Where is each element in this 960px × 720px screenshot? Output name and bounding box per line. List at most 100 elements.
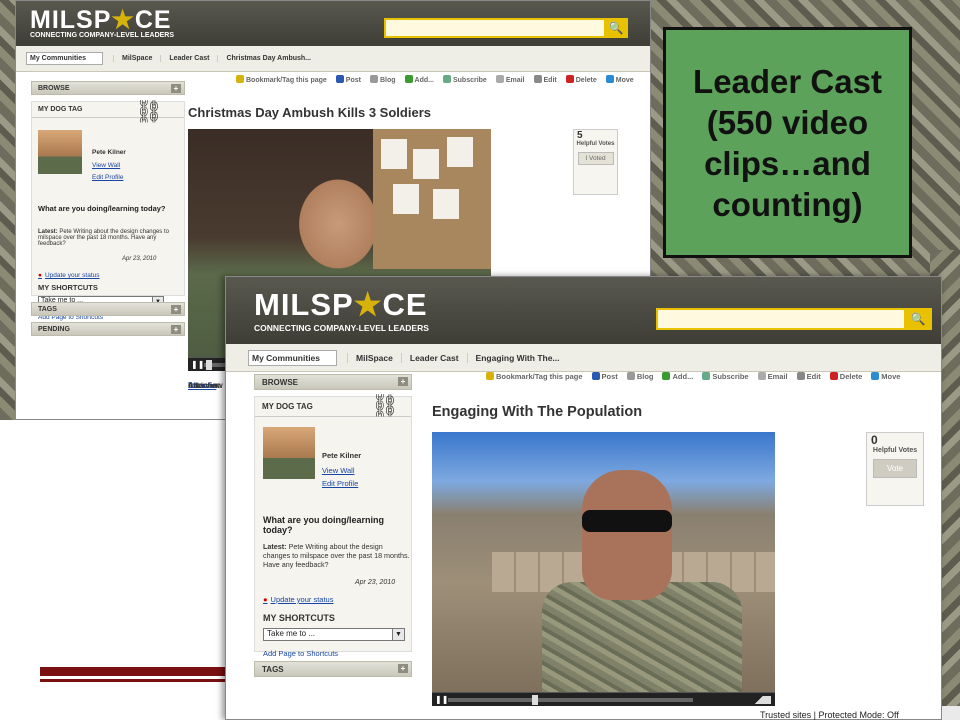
toolbar-move[interactable]: Move — [871, 372, 900, 381]
toolbar-bookmark[interactable]: Bookmark/Tag this page — [486, 372, 583, 381]
page-title: Christmas Day Ambush Kills 3 Soldiers — [188, 105, 431, 120]
pending-panel[interactable]: PENDING + — [31, 322, 185, 336]
video-player[interactable]: ❚❚ — [432, 432, 775, 706]
breadcrumb-milspace[interactable]: MilSpace — [113, 55, 160, 62]
add-icon — [404, 75, 413, 83]
profile-name: Pete Kilner — [92, 149, 126, 156]
browse-panel[interactable]: BROWSE + — [254, 374, 412, 390]
search-icon[interactable]: 🔍 — [604, 18, 628, 38]
video-soldier-face — [582, 470, 672, 600]
edit-profile-link[interactable]: Edit Profile — [322, 479, 358, 488]
leader-cast-callout: Leader Cast (550 video clips…and countin… — [663, 27, 912, 258]
toolbar-email[interactable]: Email — [495, 75, 525, 84]
bookmark-icon — [486, 372, 494, 380]
toolbar-email[interactable]: Email — [757, 372, 788, 381]
toolbar-post[interactable]: Post — [591, 372, 618, 381]
toolbar-edit[interactable]: Edit — [796, 372, 821, 381]
expand-icon[interactable]: + — [171, 325, 181, 334]
post-icon — [335, 75, 344, 83]
screenshot-engaging-population: MILSP★CE CONNECTING COMPANY-LEVEL LEADER… — [225, 276, 942, 720]
expand-icon[interactable]: + — [398, 664, 408, 673]
communities-dropdown[interactable]: My Communities — [248, 349, 338, 366]
dog-tag-icon: ⛓ — [135, 99, 163, 124]
breadcrumb-current[interactable]: Christmas Day Ambush... — [217, 55, 319, 62]
search-input[interactable]: 🔍 — [656, 308, 932, 330]
blog-icon — [626, 372, 635, 380]
nav-bar: My Communities MilSpace Leader Cast Enga… — [226, 344, 941, 372]
breadcrumb-current[interactable]: Engaging With The... — [466, 352, 568, 363]
status-bar-corner — [942, 706, 960, 720]
milspace-logo[interactable]: MILSP★CE — [254, 287, 428, 323]
toolbar-bookmark[interactable]: Bookmark/Tag this page — [236, 75, 327, 84]
site-tagline: CONNECTING COMPANY-LEVEL LEADERS — [30, 32, 175, 39]
milspace-logo[interactable]: MILSP★CE — [30, 5, 172, 35]
dog-tag-panel: MY DOG TAG ⛓ Pete Kilner View Wall Edit … — [31, 99, 185, 321]
page-title: Engaging With The Population — [432, 404, 643, 420]
slide-accent-line-thin — [40, 679, 240, 682]
avatar[interactable] — [38, 130, 82, 174]
toolbar-subscribe[interactable]: Subscribe — [442, 75, 487, 84]
toolbar-blog[interactable]: Blog — [369, 75, 396, 84]
callout-text: Leader Cast (550 video clips…and countin… — [693, 62, 882, 223]
communities-dropdown[interactable]: My Communities — [26, 52, 104, 65]
toolbar-delete[interactable]: Delete — [565, 75, 597, 84]
video-seek-handle[interactable] — [206, 360, 212, 370]
view-wall-link[interactable]: View Wall — [92, 162, 120, 169]
update-status-link[interactable]: ● Update your status — [38, 272, 100, 279]
sidebar: BROWSE + MY DOG TAG ⛓ Pete Kilner View Wa… — [254, 374, 412, 683]
breadcrumb-leader-cast[interactable]: Leader Cast — [400, 352, 467, 363]
dog-tag-icon: ⛓ — [371, 393, 399, 418]
update-status-link[interactable]: ● Update your status — [263, 595, 333, 604]
expand-icon[interactable]: + — [171, 84, 181, 93]
helpful-votes-box: 5 Helpful Votes I Voted — [573, 129, 618, 195]
breadcrumb-milspace[interactable]: MilSpace — [347, 352, 401, 363]
move-icon — [871, 372, 880, 380]
profile-name: Pete Kilner — [322, 451, 362, 460]
video-soldier-body — [542, 582, 742, 706]
expand-icon[interactable]: + — [398, 377, 408, 386]
shortcuts-select[interactable]: Take me to ...▼ — [263, 628, 405, 641]
helpful-votes-box: 0 Helpful Votes Vote — [866, 432, 924, 506]
nav-bar: My Communities MilSpace Leader Cast Chri… — [16, 46, 650, 72]
pause-icon[interactable]: ❚❚ — [435, 696, 448, 704]
search-input[interactable]: 🔍 — [384, 18, 628, 38]
tags-panel[interactable]: TAGS + — [254, 661, 412, 677]
vote-button[interactable]: I Voted — [577, 152, 614, 165]
move-icon — [605, 75, 614, 83]
tags-panel[interactable]: TAGS + — [31, 302, 185, 316]
vote-button[interactable]: Vote — [873, 459, 917, 478]
toolbar-add[interactable]: Add... — [404, 75, 434, 84]
toolbar-delete[interactable]: Delete — [829, 372, 862, 381]
search-icon[interactable]: 🔍 — [904, 308, 932, 330]
latest-status: Latest: Pete Writing about the design ch… — [263, 542, 410, 569]
video-seek-handle[interactable] — [532, 695, 538, 705]
toolbar-subscribe[interactable]: Subscribe — [702, 372, 749, 381]
video-controls[interactable]: ❚❚ — [432, 692, 775, 706]
toolbar-post[interactable]: Post — [335, 75, 361, 84]
interview-heading: Interview — [188, 381, 223, 390]
expand-icon[interactable]: + — [171, 305, 181, 314]
edit-icon — [796, 372, 805, 380]
edit-icon — [533, 75, 542, 83]
shortcuts-title: MY SHORTCUTS — [263, 613, 335, 623]
chevron-down-icon[interactable]: ▼ — [392, 629, 404, 640]
site-tagline: CONNECTING COMPANY-LEVEL LEADERS — [254, 323, 429, 333]
status-date: Apr 23, 2010 — [355, 579, 396, 586]
toolbar-move[interactable]: Move — [605, 75, 634, 84]
add-page-link[interactable]: Add Page to Shortcuts — [263, 649, 338, 658]
toolbar-add[interactable]: Add... — [662, 372, 693, 381]
vote-label: Helpful Votes — [872, 447, 918, 454]
vote-count: 0 — [871, 433, 878, 447]
pause-icon[interactable]: ❚❚ — [191, 361, 204, 369]
toolbar-edit[interactable]: Edit — [533, 75, 557, 84]
status-icon: ● — [38, 272, 42, 279]
browse-panel[interactable]: BROWSE + — [31, 81, 185, 95]
edit-profile-link[interactable]: Edit Profile — [92, 174, 123, 181]
view-wall-link[interactable]: View Wall — [322, 466, 355, 475]
volume-icon[interactable] — [747, 696, 771, 704]
delete-icon — [565, 75, 574, 83]
breadcrumb-leader-cast[interactable]: Leader Cast — [160, 55, 217, 62]
toolbar-blog[interactable]: Blog — [626, 372, 653, 381]
avatar[interactable] — [263, 427, 315, 479]
video-seek-bar[interactable] — [448, 698, 693, 702]
